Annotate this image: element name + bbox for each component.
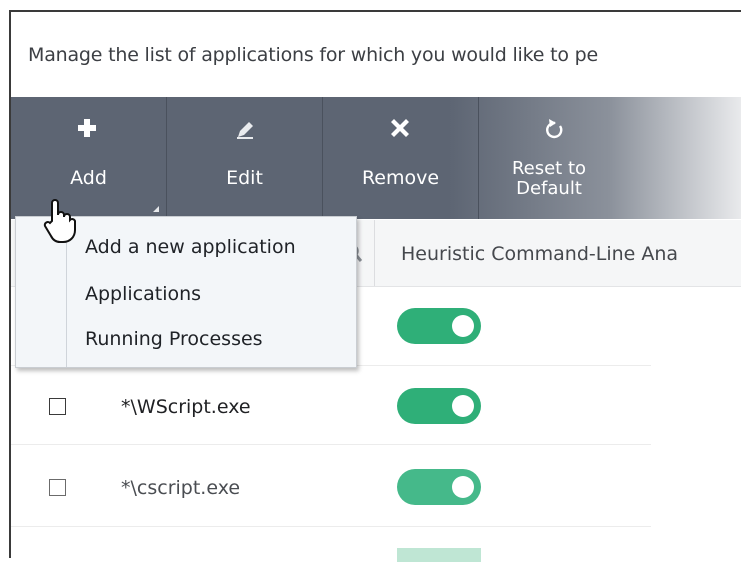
toggle-switch[interactable]: [397, 388, 481, 424]
column-header-heuristic[interactable]: Heuristic Command-Line Ana: [401, 243, 678, 265]
reset-label-line1: Reset to: [511, 158, 587, 179]
refresh-icon: [479, 117, 619, 141]
menu-item-running-processes[interactable]: Running Processes: [85, 328, 263, 350]
toggle-switch[interactable]: [397, 548, 481, 562]
pencil-icon: [167, 117, 322, 141]
add-label: Add: [70, 167, 107, 189]
x-icon: [323, 117, 478, 141]
row-checkbox[interactable]: [49, 479, 66, 496]
dropdown-caret-icon: [153, 206, 159, 212]
remove-button[interactable]: Remove: [323, 97, 478, 219]
toggle-switch[interactable]: [397, 308, 481, 344]
toggle-switch[interactable]: [397, 469, 481, 505]
toolbar: Add Edit Remove Reset to Default: [11, 97, 741, 219]
menu-item-add-new-application[interactable]: Add a new application: [85, 236, 296, 258]
plus-icon: [11, 117, 166, 141]
edit-label: Edit: [226, 167, 263, 189]
edit-button[interactable]: Edit: [167, 97, 322, 219]
reset-label-line2: Default: [516, 178, 582, 199]
reset-to-default-button[interactable]: Reset to Default: [479, 97, 619, 219]
remove-label: Remove: [361, 167, 440, 189]
page-description: Manage the list of applications for whic…: [28, 44, 598, 66]
hand-cursor-icon: [42, 197, 76, 249]
menu-item-applications[interactable]: Applications: [85, 283, 201, 305]
add-button[interactable]: Add: [11, 97, 166, 219]
app-name: *\cscript.exe: [121, 477, 241, 499]
row-checkbox[interactable]: [49, 398, 66, 415]
app-name: *\WScript.exe: [121, 396, 251, 418]
